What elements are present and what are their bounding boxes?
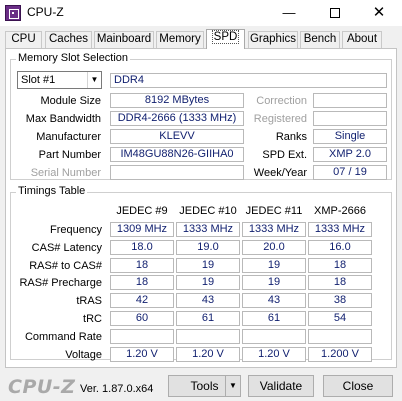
part-number-value: IM48GU88N26-GIIHA0 xyxy=(110,147,244,162)
timings-cell: 20.0 xyxy=(242,239,306,255)
tab-memory[interactable]: Memory xyxy=(156,31,204,48)
timings-cell: 61 xyxy=(242,311,306,326)
timings-cell: 1309 MHz xyxy=(110,222,174,237)
timings-cell: 18 xyxy=(110,275,174,291)
maximize-icon xyxy=(330,7,340,18)
module-size-label: Module Size xyxy=(40,95,101,107)
timings-row-label: Frequency xyxy=(50,224,102,236)
timings-cell: 19 xyxy=(176,257,240,273)
timings-column-header: JEDEC #10 xyxy=(179,205,237,217)
manufacturer-label: Manufacturer xyxy=(36,131,101,143)
timings-cell: 1.200 V xyxy=(308,346,372,362)
timings-cell: 19 xyxy=(242,275,306,291)
group-title: Memory Slot Selection xyxy=(16,52,131,64)
title-bar: CPU-Z — ✕ xyxy=(0,0,402,26)
max-bandwidth-label: Max Bandwidth xyxy=(25,113,101,125)
maximize-button[interactable] xyxy=(312,0,358,26)
timings-cell xyxy=(242,328,306,344)
module-size-value: 8192 MBytes xyxy=(110,93,244,108)
spd-ext-label: SPD Ext. xyxy=(262,149,307,161)
week-year-label: Week/Year xyxy=(253,167,307,179)
timings-row-label: Command Rate xyxy=(24,330,102,343)
timings-cell: 18 xyxy=(110,257,174,273)
max-bandwidth-value: DDR4-2666 (1333 MHz) xyxy=(110,111,244,126)
timings-cell: 1.20 V xyxy=(110,346,174,362)
timings-cell: 19 xyxy=(242,257,306,273)
timings-column-header: JEDEC #11 xyxy=(245,205,303,217)
tools-button[interactable]: Tools ▼ xyxy=(168,375,241,397)
timings-cell: 19 xyxy=(176,275,240,291)
timings-cell: 42 xyxy=(110,293,174,309)
close-window-button[interactable]: ✕ xyxy=(356,0,402,26)
memory-slot-group: Memory Slot Selection Slot #1 ▼ DDR4 Mod… xyxy=(10,52,392,180)
timings-column-header: XMP-2666 xyxy=(314,205,366,217)
timings-cell xyxy=(176,328,240,344)
slot-select[interactable]: Slot #1 ▼ xyxy=(17,71,102,89)
version-text: Ver. 1.87.0.x64 xyxy=(80,383,154,395)
timings-cell: 18 xyxy=(308,257,372,273)
tab-about[interactable]: About xyxy=(342,31,382,48)
timings-cell xyxy=(110,328,174,344)
tab-caches[interactable]: Caches xyxy=(45,31,92,48)
serial-number-value xyxy=(110,165,244,180)
close-button[interactable]: Close xyxy=(323,375,393,397)
timings-cell: 1.20 V xyxy=(242,346,306,362)
timings-cell: 60 xyxy=(110,311,174,326)
timings-row-label: tRAS xyxy=(76,295,102,308)
timings-cell: 43 xyxy=(176,293,240,309)
group-title: Timings Table xyxy=(16,185,88,197)
week-year-value: 07 / 19 xyxy=(313,165,387,180)
timings-cell: 38 xyxy=(308,293,372,309)
registered-label: Registered xyxy=(253,113,307,125)
ranks-value: Single xyxy=(313,129,387,144)
timings-cell: 18 xyxy=(308,275,372,291)
tab-strip: CPU Caches Mainboard Memory SPD Graphics… xyxy=(0,26,402,49)
timings-cell xyxy=(308,328,372,344)
timings-cell: 19.0 xyxy=(176,239,240,255)
correction-value xyxy=(313,93,387,108)
minimize-button[interactable]: — xyxy=(266,0,312,26)
timings-row-label: tRC xyxy=(83,313,102,325)
serial-number-label: Serial Number xyxy=(30,167,101,179)
timings-cell: 43 xyxy=(242,293,306,309)
timings-column-header: JEDEC #9 xyxy=(116,205,168,217)
timings-row-label: Voltage xyxy=(65,348,102,361)
timings-cell: 1333 MHz xyxy=(176,222,240,237)
spd-page: Memory Slot Selection Slot #1 ▼ DDR4 Mod… xyxy=(5,48,397,368)
tab-spd[interactable]: SPD xyxy=(206,29,245,49)
timings-row-label: RAS# Precharge xyxy=(19,277,102,290)
chevron-down-icon[interactable]: ▼ xyxy=(225,376,240,396)
tab-bench[interactable]: Bench xyxy=(300,31,340,48)
spd-ext-value: XMP 2.0 xyxy=(313,147,387,162)
manufacturer-value: KLEVV xyxy=(110,129,244,144)
tab-mainboard[interactable]: Mainboard xyxy=(94,31,154,48)
close-icon: ✕ xyxy=(372,4,386,21)
tab-cpu[interactable]: CPU xyxy=(5,31,42,48)
timings-row-label: CAS# Latency xyxy=(31,241,102,254)
timings-cell: 1.20 V xyxy=(176,346,240,362)
timings-cell: 1333 MHz xyxy=(242,222,306,237)
memory-type-value: DDR4 xyxy=(110,73,387,88)
part-number-label: Part Number xyxy=(38,149,101,161)
timings-cell: 18.0 xyxy=(110,239,174,255)
cpu-z-app-icon xyxy=(5,5,21,21)
ranks-label: Ranks xyxy=(275,131,307,143)
chevron-down-icon: ▼ xyxy=(87,72,101,88)
registered-value xyxy=(313,111,387,126)
timings-cell: 54 xyxy=(308,311,372,326)
validate-button[interactable]: Validate xyxy=(248,375,314,397)
timings-cell: 1333 MHz xyxy=(308,222,372,237)
correction-label: Correction xyxy=(256,95,307,107)
timings-cell: 61 xyxy=(176,311,240,326)
timings-cell: 16.0 xyxy=(308,239,372,255)
minimize-icon: — xyxy=(282,5,296,20)
timings-row-label: RAS# to CAS# xyxy=(29,259,102,272)
tab-graphics[interactable]: Graphics xyxy=(248,31,298,48)
cpu-z-logo: CPU-Z xyxy=(8,376,76,398)
timings-table-group: Timings Table JEDEC #9 JEDEC #10 JEDEC #11… xyxy=(10,185,392,362)
window-title: CPU-Z xyxy=(27,5,64,19)
